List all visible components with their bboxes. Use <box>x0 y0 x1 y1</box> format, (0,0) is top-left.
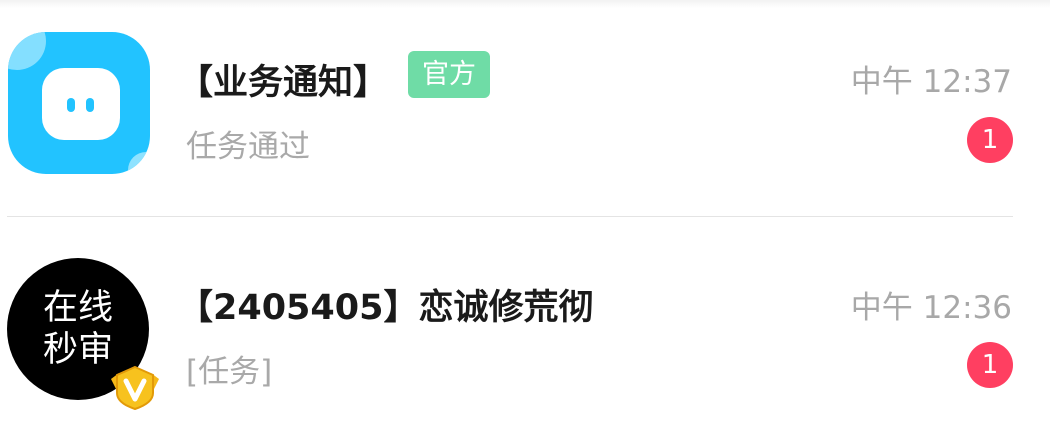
message-preview: 任务通过 <box>186 129 310 165</box>
top-shadow <box>0 0 1050 8</box>
conversation-title: 【2405405】恋诚修荒彻 <box>178 288 594 328</box>
official-badge: 官方 <box>408 51 490 98</box>
chat-app-icon <box>8 32 150 174</box>
v-badge-icon <box>111 365 159 411</box>
message-time: 中午 12:36 <box>850 290 1012 326</box>
avatar-text-line: 在线 <box>42 288 113 328</box>
avatar-text-line: 秒审 <box>42 330 113 370</box>
message-time: 中午 12:37 <box>850 64 1012 100</box>
message-preview: [任务] <box>186 354 273 390</box>
conversation-title: 【业务通知】 <box>178 63 389 103</box>
message-list-item[interactable]: 【业务通知】 官方 中午 12:37 任务通过 1 <box>0 20 1050 210</box>
list-divider <box>7 216 1013 217</box>
unread-count-badge: 1 <box>967 342 1013 388</box>
message-list-item[interactable]: 在线 秒审 【2405405】恋诚修荒彻 中午 12:36 [任务] 1 <box>0 244 1050 434</box>
unread-count-badge: 1 <box>967 117 1013 163</box>
